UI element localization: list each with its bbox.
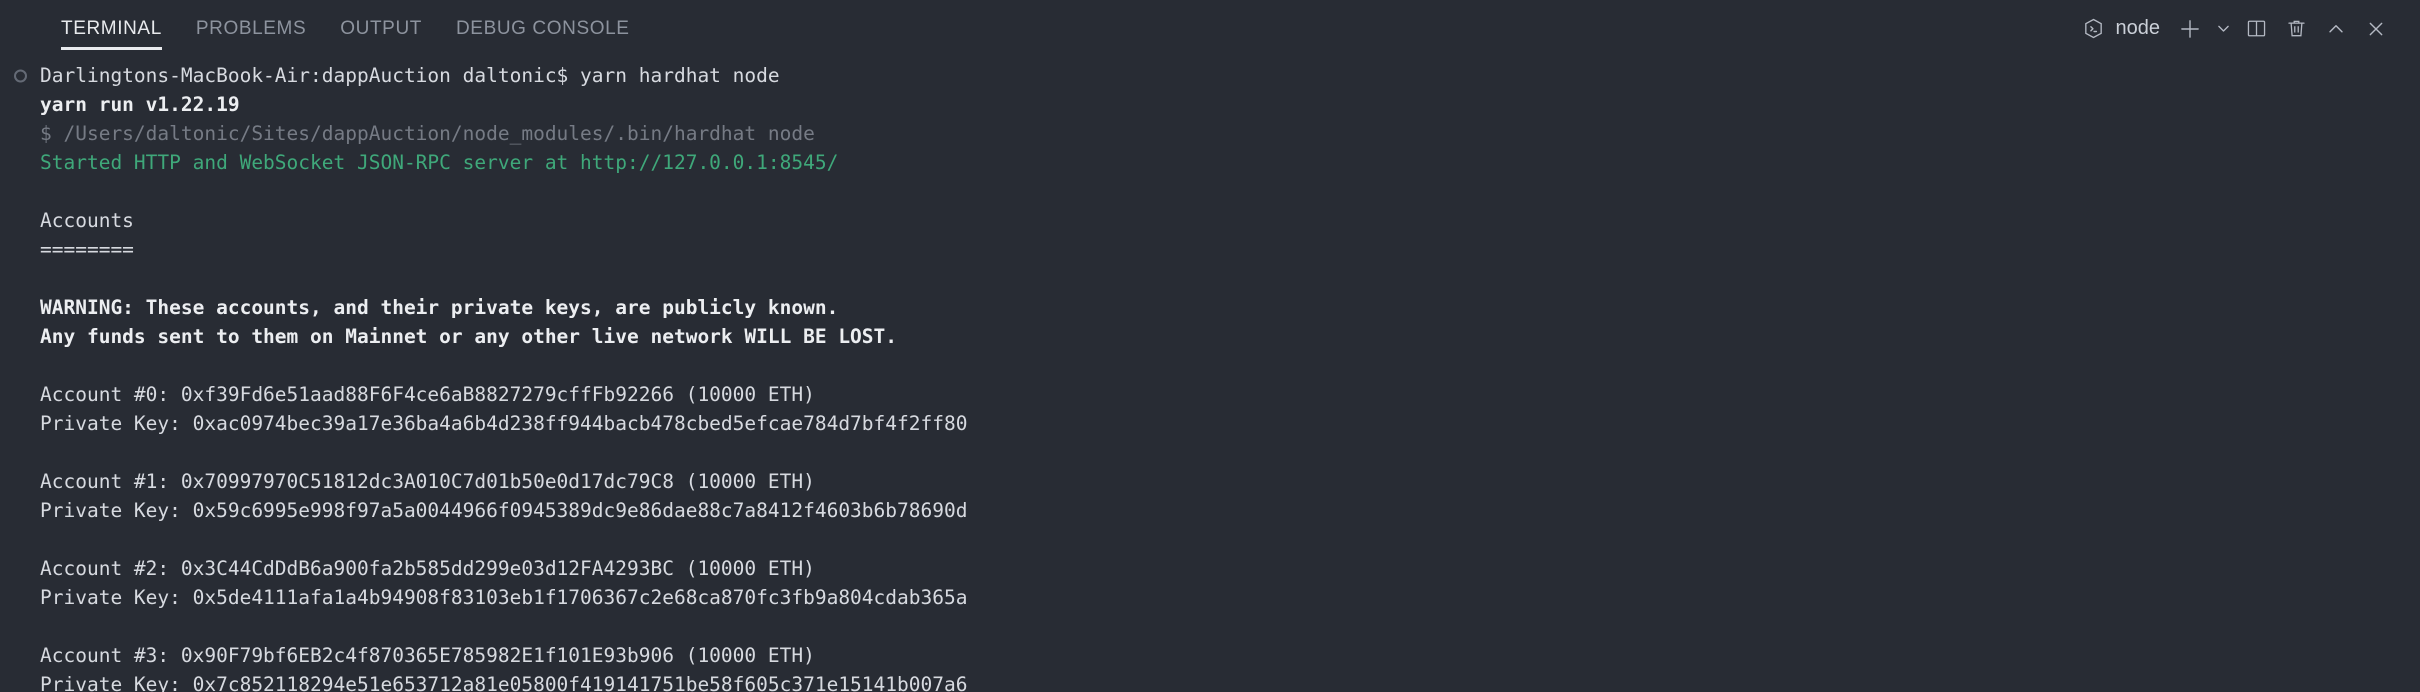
active-terminal-selector[interactable]: node (2077, 11, 2171, 47)
terminal-profile-dropdown[interactable] (2210, 9, 2236, 49)
maximize-panel-button[interactable] (2316, 9, 2356, 49)
terminal-line: WARNING: These accounts, and their priva… (40, 296, 839, 319)
active-terminal-name: node (2115, 17, 2161, 39)
active-tab-indicator (61, 47, 162, 50)
terminal-line: Any funds sent to them on Mainnet or any… (40, 325, 898, 348)
terminal-line: Account #2: 0x3C44CdDdB6a900fa2b585dd299… (40, 557, 815, 580)
panel-header: TERMINAL PROBLEMS OUTPUT DEBUG CONSOLE n… (0, 0, 2420, 57)
terminal-line: Private Key: 0x7c852118294e51e653712a81e… (40, 673, 968, 692)
tab-problems-label: PROBLEMS (195, 17, 307, 39)
terminal-output-area[interactable]: Darlingtons-MacBook-Air:dappAuction dalt… (0, 57, 2420, 692)
panel-tab-bar: TERMINAL PROBLEMS OUTPUT DEBUG CONSOLE (0, 0, 647, 57)
terminal-line: Darlingtons-MacBook-Air:dappAuction dalt… (0, 61, 2420, 90)
terminal-line: Private Key: 0x5de4111afa1a4b94908f83103… (40, 586, 968, 609)
terminal-line: Account #0: 0xf39Fd6e51aad88F6F4ce6aB882… (40, 383, 815, 406)
command-decoration-icon[interactable] (14, 69, 27, 82)
terminal-line: Accounts (40, 209, 134, 232)
terminal-line: ======== (40, 238, 134, 261)
split-terminal-button[interactable] (2236, 9, 2276, 49)
tab-problems[interactable]: PROBLEMS (179, 0, 323, 57)
terminal-line: Account #3: 0x90F79bf6EB2c4f870365E78598… (40, 644, 815, 667)
tab-terminal[interactable]: TERMINAL (44, 0, 179, 57)
terminal-line: Started HTTP and WebSocket JSON-RPC serv… (40, 151, 839, 174)
tab-output[interactable]: OUTPUT (323, 0, 439, 57)
terminal-line: Private Key: 0xac0974bec39a17e36ba4a6b4d… (40, 412, 968, 435)
close-panel-button[interactable] (2356, 9, 2396, 49)
tab-output-label: OUTPUT (340, 17, 422, 39)
tab-debug-console-label: DEBUG CONSOLE (455, 17, 630, 39)
terminal-line: Account #1: 0x70997970C51812dc3A010C7d01… (40, 470, 815, 493)
tab-terminal-label: TERMINAL (61, 17, 162, 39)
terminal-line: yarn run v1.22.19 (40, 93, 240, 116)
panel-toolbar: node (2077, 0, 2403, 57)
terminal-line: Private Key: 0x59c6995e998f97a5a0044966f… (40, 499, 968, 522)
new-terminal-button[interactable] (2170, 9, 2210, 49)
tab-debug-console[interactable]: DEBUG CONSOLE (439, 0, 647, 57)
terminal-cube-icon (2081, 9, 2107, 49)
terminal-line: $ /Users/daltonic/Sites/dappAuction/node… (40, 122, 815, 145)
kill-terminal-button[interactable] (2276, 9, 2316, 49)
